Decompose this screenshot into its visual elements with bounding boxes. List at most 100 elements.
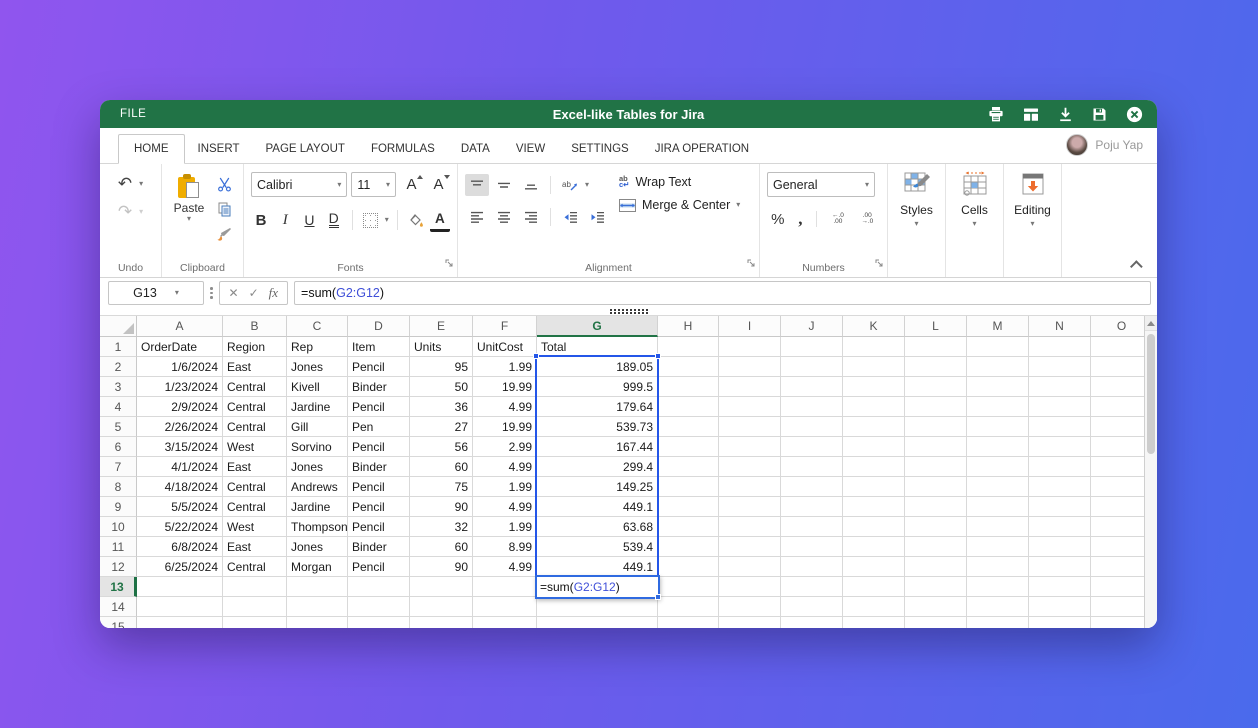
cell-M7[interactable] bbox=[967, 457, 1029, 477]
cell-I9[interactable] bbox=[719, 497, 781, 517]
cell-G8[interactable]: 149.25 bbox=[537, 477, 658, 497]
cell-F7[interactable]: 4.99 bbox=[473, 457, 537, 477]
tab-home[interactable]: HOME bbox=[118, 134, 185, 164]
column-header-J[interactable]: J bbox=[781, 316, 843, 337]
cell-H6[interactable] bbox=[658, 437, 719, 457]
cell-N9[interactable] bbox=[1029, 497, 1091, 517]
cell-M13[interactable] bbox=[967, 577, 1029, 597]
cell-J11[interactable] bbox=[781, 537, 843, 557]
cell-D7[interactable]: Binder bbox=[348, 457, 410, 477]
undo-button[interactable]: ↶ bbox=[118, 176, 132, 192]
cell-K9[interactable] bbox=[843, 497, 905, 517]
cell-M6[interactable] bbox=[967, 437, 1029, 457]
cell-I6[interactable] bbox=[719, 437, 781, 457]
cell-J3[interactable] bbox=[781, 377, 843, 397]
formula-input[interactable]: =sum(G2:G12) bbox=[294, 281, 1151, 305]
tab-page-layout[interactable]: PAGE LAYOUT bbox=[252, 135, 357, 163]
borders-dropdown-caret[interactable]: ▾ bbox=[385, 216, 389, 224]
font-color-button[interactable]: A bbox=[430, 208, 450, 232]
paste-dropdown-caret[interactable]: ▾ bbox=[187, 215, 191, 223]
cell-A11[interactable]: 6/8/2024 bbox=[137, 537, 223, 557]
cell-D5[interactable]: Pen bbox=[348, 417, 410, 437]
cell-D2[interactable]: Pencil bbox=[348, 357, 410, 377]
format-painter-button[interactable] bbox=[213, 224, 235, 244]
cell-I14[interactable] bbox=[719, 597, 781, 617]
cell-N15[interactable] bbox=[1029, 617, 1091, 628]
cell-E8[interactable]: 75 bbox=[410, 477, 473, 497]
cell-B1[interactable]: Region bbox=[223, 337, 287, 357]
panels-icon[interactable] bbox=[1023, 107, 1039, 122]
cell-H9[interactable] bbox=[658, 497, 719, 517]
cell-K3[interactable] bbox=[843, 377, 905, 397]
cell-K14[interactable] bbox=[843, 597, 905, 617]
confirm-formula-button[interactable]: ✓ bbox=[249, 286, 259, 300]
cell-N2[interactable] bbox=[1029, 357, 1091, 377]
cell-L8[interactable] bbox=[905, 477, 967, 497]
cell-H11[interactable] bbox=[658, 537, 719, 557]
cell-C12[interactable]: Morgan bbox=[287, 557, 348, 577]
bold-button[interactable]: B bbox=[251, 208, 271, 232]
align-bottom-button[interactable] bbox=[519, 174, 543, 196]
cell-K2[interactable] bbox=[843, 357, 905, 377]
number-format-select[interactable]: General▾ bbox=[767, 172, 875, 197]
select-all-corner[interactable] bbox=[100, 316, 137, 337]
merge-center-button[interactable]: Merge & Center ▾ bbox=[619, 198, 740, 212]
cell-B9[interactable]: Central bbox=[223, 497, 287, 517]
cell-H4[interactable] bbox=[658, 397, 719, 417]
row-header-1[interactable]: 1 bbox=[100, 337, 137, 357]
cell-L15[interactable] bbox=[905, 617, 967, 628]
cell-I13[interactable] bbox=[719, 577, 781, 597]
styles-dropdown-caret[interactable]: ▾ bbox=[914, 220, 918, 228]
cell-M15[interactable] bbox=[967, 617, 1029, 628]
cell-E9[interactable]: 90 bbox=[410, 497, 473, 517]
cell-N6[interactable] bbox=[1029, 437, 1091, 457]
merge-center-dropdown-caret[interactable]: ▾ bbox=[736, 201, 740, 209]
italic-button[interactable]: I bbox=[275, 208, 295, 232]
cell-L13[interactable] bbox=[905, 577, 967, 597]
cell-B2[interactable]: East bbox=[223, 357, 287, 377]
cell-A15[interactable] bbox=[137, 617, 223, 628]
cell-J8[interactable] bbox=[781, 477, 843, 497]
row-header-13[interactable]: 13 bbox=[100, 577, 137, 597]
cell-M11[interactable] bbox=[967, 537, 1029, 557]
cell-M12[interactable] bbox=[967, 557, 1029, 577]
cell-A9[interactable]: 5/5/2024 bbox=[137, 497, 223, 517]
column-header-D[interactable]: D bbox=[348, 316, 410, 337]
cell-G9[interactable]: 449.1 bbox=[537, 497, 658, 517]
save-icon[interactable] bbox=[1092, 107, 1107, 122]
percent-style-button[interactable]: % bbox=[767, 211, 789, 228]
cell-D13[interactable] bbox=[348, 577, 410, 597]
cell-O2[interactable] bbox=[1091, 357, 1144, 377]
cell-B13[interactable] bbox=[223, 577, 287, 597]
align-middle-button[interactable] bbox=[492, 174, 516, 196]
column-header-B[interactable]: B bbox=[223, 316, 287, 337]
cell-M14[interactable] bbox=[967, 597, 1029, 617]
cell-N11[interactable] bbox=[1029, 537, 1091, 557]
column-header-M[interactable]: M bbox=[967, 316, 1029, 337]
cell-L14[interactable] bbox=[905, 597, 967, 617]
increase-font-button[interactable]: A bbox=[400, 173, 423, 197]
cell-E13[interactable] bbox=[410, 577, 473, 597]
cell-K8[interactable] bbox=[843, 477, 905, 497]
cell-G10[interactable]: 63.68 bbox=[537, 517, 658, 537]
cell-F2[interactable]: 1.99 bbox=[473, 357, 537, 377]
cell-I11[interactable] bbox=[719, 537, 781, 557]
cell-A7[interactable]: 4/1/2024 bbox=[137, 457, 223, 477]
tab-jira-operation[interactable]: JIRA OPERATION bbox=[642, 135, 762, 163]
copy-button[interactable] bbox=[213, 199, 235, 219]
cell-J13[interactable] bbox=[781, 577, 843, 597]
align-left-button[interactable] bbox=[465, 206, 489, 228]
cell-N4[interactable] bbox=[1029, 397, 1091, 417]
cell-N7[interactable] bbox=[1029, 457, 1091, 477]
cell-A5[interactable]: 2/26/2024 bbox=[137, 417, 223, 437]
cell-C3[interactable]: Kivell bbox=[287, 377, 348, 397]
fill-color-button[interactable] bbox=[406, 208, 426, 232]
cell-A6[interactable]: 3/15/2024 bbox=[137, 437, 223, 457]
cell-C5[interactable]: Gill bbox=[287, 417, 348, 437]
cell-J9[interactable] bbox=[781, 497, 843, 517]
cell-D11[interactable]: Binder bbox=[348, 537, 410, 557]
cell-F1[interactable]: UnitCost bbox=[473, 337, 537, 357]
cell-F15[interactable] bbox=[473, 617, 537, 628]
cell-M2[interactable] bbox=[967, 357, 1029, 377]
alignment-dialog-launcher[interactable] bbox=[747, 255, 756, 273]
